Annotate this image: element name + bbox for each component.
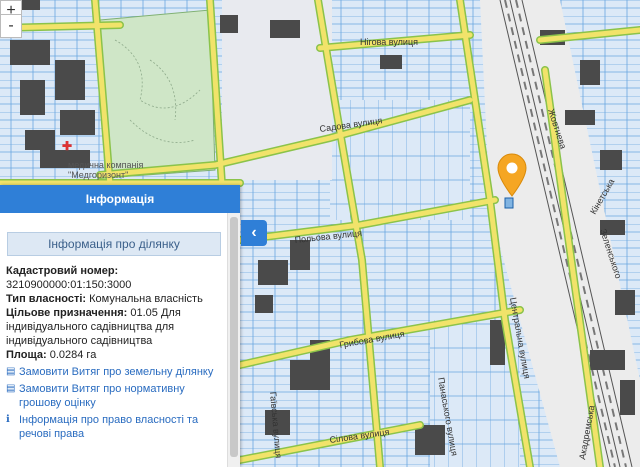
collapse-panel-button[interactable]: ‹ xyxy=(241,220,267,246)
area-value: 0.0284 га xyxy=(46,349,97,361)
poi-label-med-line1: медична компанія xyxy=(68,160,144,170)
purpose-field: Цільове призначення: 01.05 Для індивідуа… xyxy=(6,306,222,348)
panel-body: Інформація про ділянку Кадастровий номер… xyxy=(0,213,228,467)
order-land-extract-label[interactable]: Замовити Витяг про земельну ділянку xyxy=(19,365,213,379)
document-icon: ▤ xyxy=(6,383,16,394)
area-field: Площа: 0.0284 га xyxy=(6,348,222,362)
ownership-rights-info-link[interactable]: ℹ Інформація про право власності та речо… xyxy=(6,413,222,441)
panel-scrollbar[interactable] xyxy=(227,213,240,467)
street-label-nigova: Нігова вулиця xyxy=(360,37,418,47)
order-valuation-extract-label[interactable]: Замовити Витяг про нормативну грошову оц… xyxy=(19,382,222,410)
scroll-thumb[interactable] xyxy=(230,217,238,457)
purpose-label: Цільове призначення: xyxy=(6,307,128,319)
panel-header: Інформація xyxy=(0,185,240,213)
order-valuation-extract-link[interactable]: ▤ Замовити Витяг про нормативну грошову … xyxy=(6,382,222,410)
selected-parcel[interactable] xyxy=(504,197,514,209)
order-land-extract-link[interactable]: ▤ Замовити Витяг про земельну ділянку xyxy=(6,365,222,379)
ownership-value: Комунальна власність xyxy=(86,293,203,305)
area-label: Площа: xyxy=(6,349,47,361)
ownership-field: Тип власності: Комунальна власність xyxy=(6,292,222,306)
info-icon: ℹ xyxy=(6,414,10,425)
cadastral-label: Кадастровий номер: xyxy=(6,265,119,277)
cadastral-field: Кадастровий номер: 3210900000:01:150:300… xyxy=(6,264,222,292)
park-area xyxy=(99,9,216,179)
medical-cross-icon: ✚ xyxy=(62,139,72,153)
info-panel: Інформація Інформація про ділянку Кадаст… xyxy=(0,185,240,467)
zoom-out-button[interactable]: - xyxy=(0,14,22,38)
parcel-title: Інформація про ділянку xyxy=(7,232,221,256)
ownership-label: Тип власності: xyxy=(6,293,87,305)
poi-label-med-line2: "Медгоризонт" xyxy=(68,170,128,180)
cadastral-value[interactable]: 3210900000:01:150:3000 xyxy=(6,279,131,291)
document-icon: ▤ xyxy=(6,366,16,377)
ownership-rights-info-label[interactable]: Інформація про право власності та речові… xyxy=(19,413,222,441)
